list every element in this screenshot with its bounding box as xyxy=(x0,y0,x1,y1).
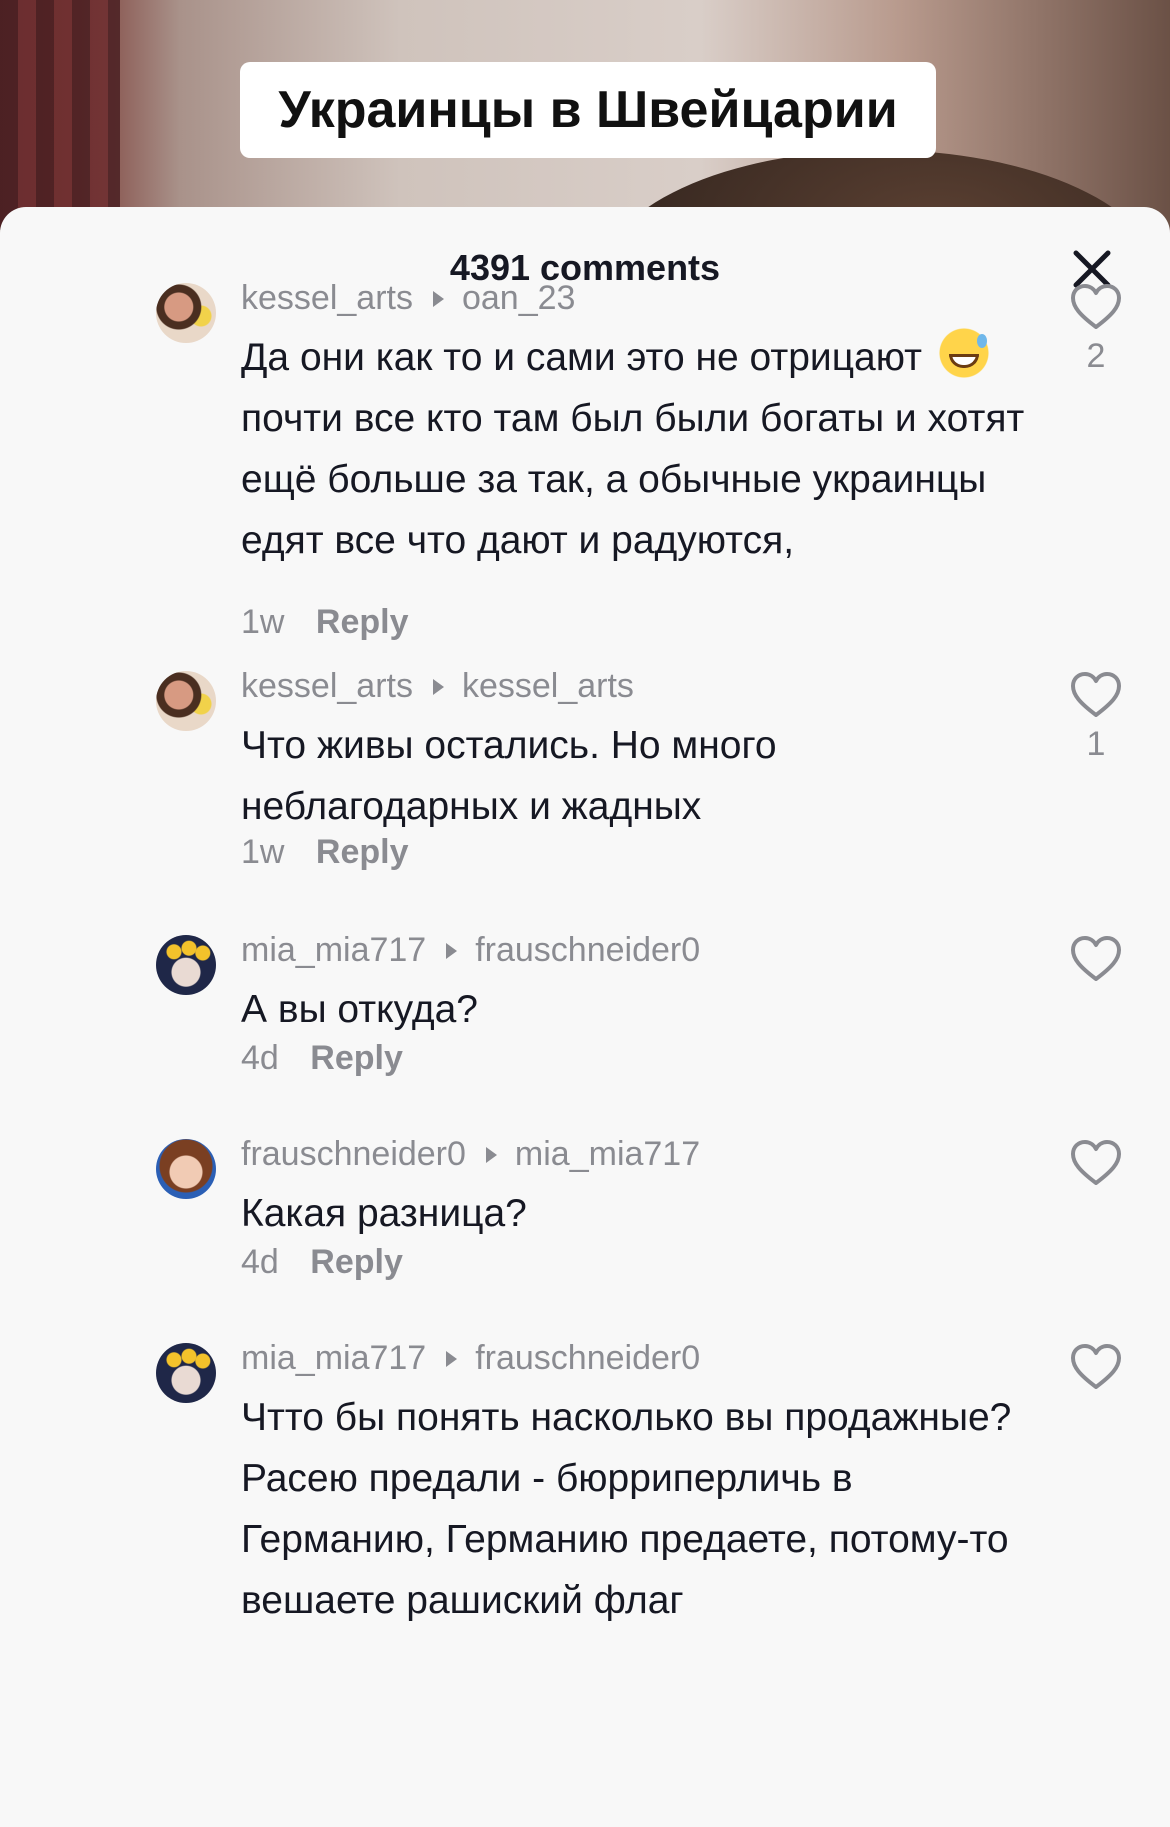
comment-age: 1w xyxy=(241,603,285,641)
reply-to-user[interactable]: mia_mia717 xyxy=(515,1135,700,1174)
avatar[interactable] xyxy=(156,283,216,343)
comments-panel: 4391 comments kessel_arts oan_23 Да они … xyxy=(0,207,1170,1827)
comment-meta: kessel_arts kessel_arts xyxy=(241,667,634,706)
comment-footer: 1w Reply xyxy=(241,833,409,872)
grinning-face-with-sweat-icon xyxy=(938,328,989,378)
reply-to-user[interactable]: frauschneider0 xyxy=(475,931,700,970)
comment-text: Чтто бы понять насколько вы продажные? Р… xyxy=(241,1396,1012,1622)
heart-icon[interactable] xyxy=(1070,671,1122,719)
reply-button[interactable]: Reply xyxy=(316,833,409,871)
reply-button[interactable]: Reply xyxy=(316,603,409,641)
reply-arrow-icon xyxy=(446,942,458,959)
like-count: 1 xyxy=(1086,725,1106,763)
reply-to-user[interactable]: kessel_arts xyxy=(462,667,634,706)
like-control: 2 xyxy=(1070,283,1122,376)
avatar[interactable] xyxy=(156,671,216,731)
comment-footer: 1w Reply xyxy=(241,603,409,642)
comment-meta: kessel_arts oan_23 xyxy=(241,279,575,318)
reply-arrow-icon xyxy=(432,290,444,307)
heart-icon[interactable] xyxy=(1070,1343,1122,1391)
comments-count-title: 4391 comments xyxy=(449,247,721,288)
comment-meta: mia_mia717 frauschneider0 xyxy=(241,931,700,970)
comment-text: Что живы остались. Но много неблагодарны… xyxy=(241,724,777,828)
reply-button[interactable]: Reply xyxy=(310,1039,403,1077)
comment-footer: 4d Reply xyxy=(241,1243,403,1282)
comment-author[interactable]: kessel_arts xyxy=(241,667,413,706)
reply-to-user[interactable]: frauschneider0 xyxy=(475,1339,700,1378)
comment-author[interactable]: frauschneider0 xyxy=(241,1135,466,1174)
heart-icon[interactable] xyxy=(1070,283,1122,331)
comment-age: 4d xyxy=(241,1243,279,1281)
like-control xyxy=(1070,1139,1122,1187)
comment-text: Да они как то и сами это не отрицают поч… xyxy=(241,327,1031,571)
heart-icon[interactable] xyxy=(1070,1139,1122,1187)
like-count: 2 xyxy=(1086,337,1106,375)
video-curtain xyxy=(0,0,120,230)
like-control: 1 xyxy=(1070,671,1122,764)
comment-author[interactable]: kessel_arts xyxy=(241,279,413,318)
avatar[interactable] xyxy=(156,935,216,995)
comment-author[interactable]: mia_mia717 xyxy=(241,1339,426,1378)
avatar[interactable] xyxy=(156,1139,216,1199)
video-caption: Украинцы в Швейцарии xyxy=(240,62,936,158)
comment-footer: 4d Reply xyxy=(241,1039,403,1078)
comment-text-part: почти все кто там был были богаты и хотя… xyxy=(241,397,1025,562)
like-control xyxy=(1070,935,1122,983)
avatar[interactable] xyxy=(156,1343,216,1403)
comment-text-part: Да они как то и сами это не отрицают xyxy=(241,336,922,379)
reply-arrow-icon xyxy=(432,678,444,695)
comment-meta: frauschneider0 mia_mia717 xyxy=(241,1135,700,1174)
comment-text: Какая разница? xyxy=(241,1192,527,1235)
like-control xyxy=(1070,1343,1122,1391)
heart-icon[interactable] xyxy=(1070,935,1122,983)
comment-age: 4d xyxy=(241,1039,279,1077)
reply-button[interactable]: Reply xyxy=(310,1243,403,1281)
comment-text: А вы откуда? xyxy=(241,988,478,1031)
comment-age: 1w xyxy=(241,833,285,871)
comment-author[interactable]: mia_mia717 xyxy=(241,931,426,970)
reply-arrow-icon xyxy=(485,1146,497,1163)
reply-arrow-icon xyxy=(446,1350,458,1367)
comment-meta: mia_mia717 frauschneider0 xyxy=(241,1339,700,1378)
reply-to-user[interactable]: oan_23 xyxy=(462,279,575,318)
